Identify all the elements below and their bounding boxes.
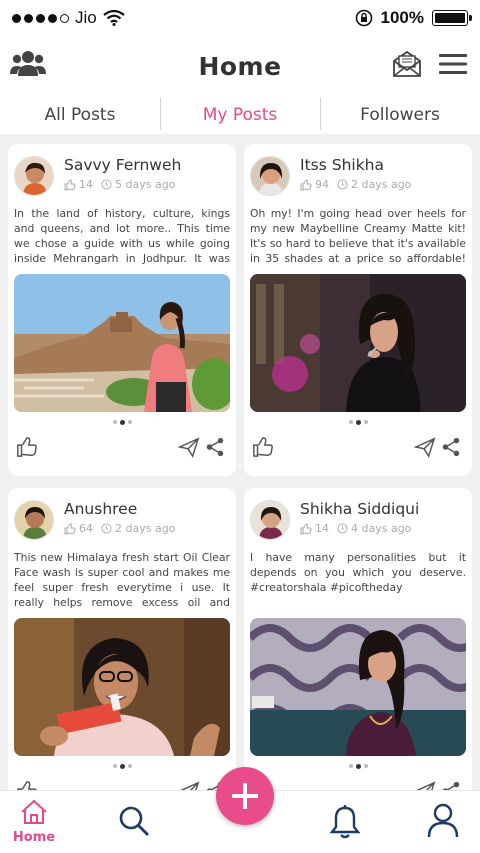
send-icon[interactable] <box>413 436 436 462</box>
like-count: 14 <box>79 178 93 191</box>
wifi-icon <box>103 10 125 26</box>
avatar[interactable] <box>14 156 54 196</box>
clock-icon <box>337 523 348 534</box>
avatar[interactable] <box>250 156 290 196</box>
thumbs-up-icon[interactable] <box>16 436 38 462</box>
nav-home[interactable]: Home <box>12 799 56 845</box>
mail-icon[interactable] <box>392 50 422 82</box>
thumbs-up-icon <box>64 522 76 534</box>
post-text[interactable]: In the land of history, culture, kings a… <box>8 206 236 266</box>
thumbs-up-icon <box>300 178 312 190</box>
send-icon[interactable] <box>414 780 436 790</box>
plus-icon <box>232 783 258 809</box>
page-title: Home <box>198 51 282 81</box>
battery-percent: 100% <box>380 8 424 27</box>
post-card[interactable]: Itss Shikha 94 2 days ago Oh my! I'm goi… <box>244 144 472 476</box>
post-photo[interactable] <box>14 618 230 756</box>
share-icon[interactable] <box>204 436 226 462</box>
tab-bar: All Posts My Posts Followers <box>0 96 480 134</box>
post-text[interactable]: This new Himalaya fresh start Oil Clear … <box>8 550 236 610</box>
author-name[interactable]: Shikha Siddiqui <box>300 500 419 518</box>
tab-my-posts[interactable]: My Posts <box>160 96 320 134</box>
thumbs-up-icon <box>300 522 312 534</box>
clock-icon <box>337 179 348 190</box>
bell-icon[interactable] <box>329 805 361 843</box>
app-header: Home <box>0 36 480 96</box>
image-pager <box>244 418 472 426</box>
signal-strength-icon <box>12 13 69 23</box>
post-photo[interactable] <box>250 274 466 412</box>
avatar[interactable] <box>250 500 290 540</box>
bottom-nav: Home <box>0 767 480 853</box>
search-icon[interactable] <box>118 805 150 841</box>
post-card[interactable]: Anushree 64 2 days ago This new Himalaya… <box>8 488 236 790</box>
post-text[interactable]: Oh my! I'm going head over heels for my … <box>244 206 472 266</box>
nav-home-label: Home <box>12 830 56 845</box>
author-name[interactable]: Itss Shikha <box>300 156 411 174</box>
clock-icon <box>101 179 112 190</box>
post-time: 4 days ago <box>351 522 412 535</box>
post-time: 2 days ago <box>351 178 412 191</box>
post-photo[interactable] <box>14 274 230 412</box>
like-count: 14 <box>315 522 329 535</box>
battery-icon <box>432 10 472 26</box>
thumbs-up-icon[interactable] <box>252 436 274 462</box>
clock-icon <box>101 523 112 534</box>
post-time: 2 days ago <box>115 522 176 535</box>
thumbs-up-icon[interactable] <box>16 780 38 790</box>
avatar[interactable] <box>14 500 54 540</box>
author-name[interactable]: Anushree <box>64 500 175 518</box>
status-bar: Jio 100% <box>0 0 480 36</box>
thumbs-up-icon <box>64 178 76 190</box>
post-photo[interactable] <box>250 618 466 756</box>
share-icon[interactable] <box>440 436 462 462</box>
create-post-button[interactable] <box>216 767 274 825</box>
post-text[interactable]: I have many personalities but it depends… <box>244 550 472 610</box>
image-pager <box>8 418 236 426</box>
like-count: 94 <box>315 178 329 191</box>
send-icon[interactable] <box>178 780 200 790</box>
image-pager <box>8 762 236 770</box>
home-icon <box>21 799 47 824</box>
group-icon[interactable] <box>10 48 46 84</box>
image-pager <box>244 762 472 770</box>
post-time: 5 days ago <box>115 178 176 191</box>
author-name[interactable]: Savvy Fernweh <box>64 156 181 174</box>
post-card[interactable]: Shikha Siddiqui 14 4 days ago I have man… <box>244 488 472 790</box>
send-icon[interactable] <box>177 436 200 462</box>
tab-all-posts[interactable]: All Posts <box>0 96 160 134</box>
share-icon[interactable] <box>440 780 462 790</box>
rotation-lock-icon <box>355 9 372 27</box>
like-count: 64 <box>79 522 93 535</box>
user-icon[interactable] <box>427 803 459 843</box>
menu-icon[interactable] <box>438 52 468 80</box>
carrier-name: Jio <box>75 8 97 27</box>
post-card[interactable]: Savvy Fernweh 14 5 days ago In the land … <box>8 144 236 476</box>
tab-followers[interactable]: Followers <box>320 96 480 134</box>
posts-feed[interactable]: Savvy Fernweh 14 5 days ago In the land … <box>0 134 480 790</box>
